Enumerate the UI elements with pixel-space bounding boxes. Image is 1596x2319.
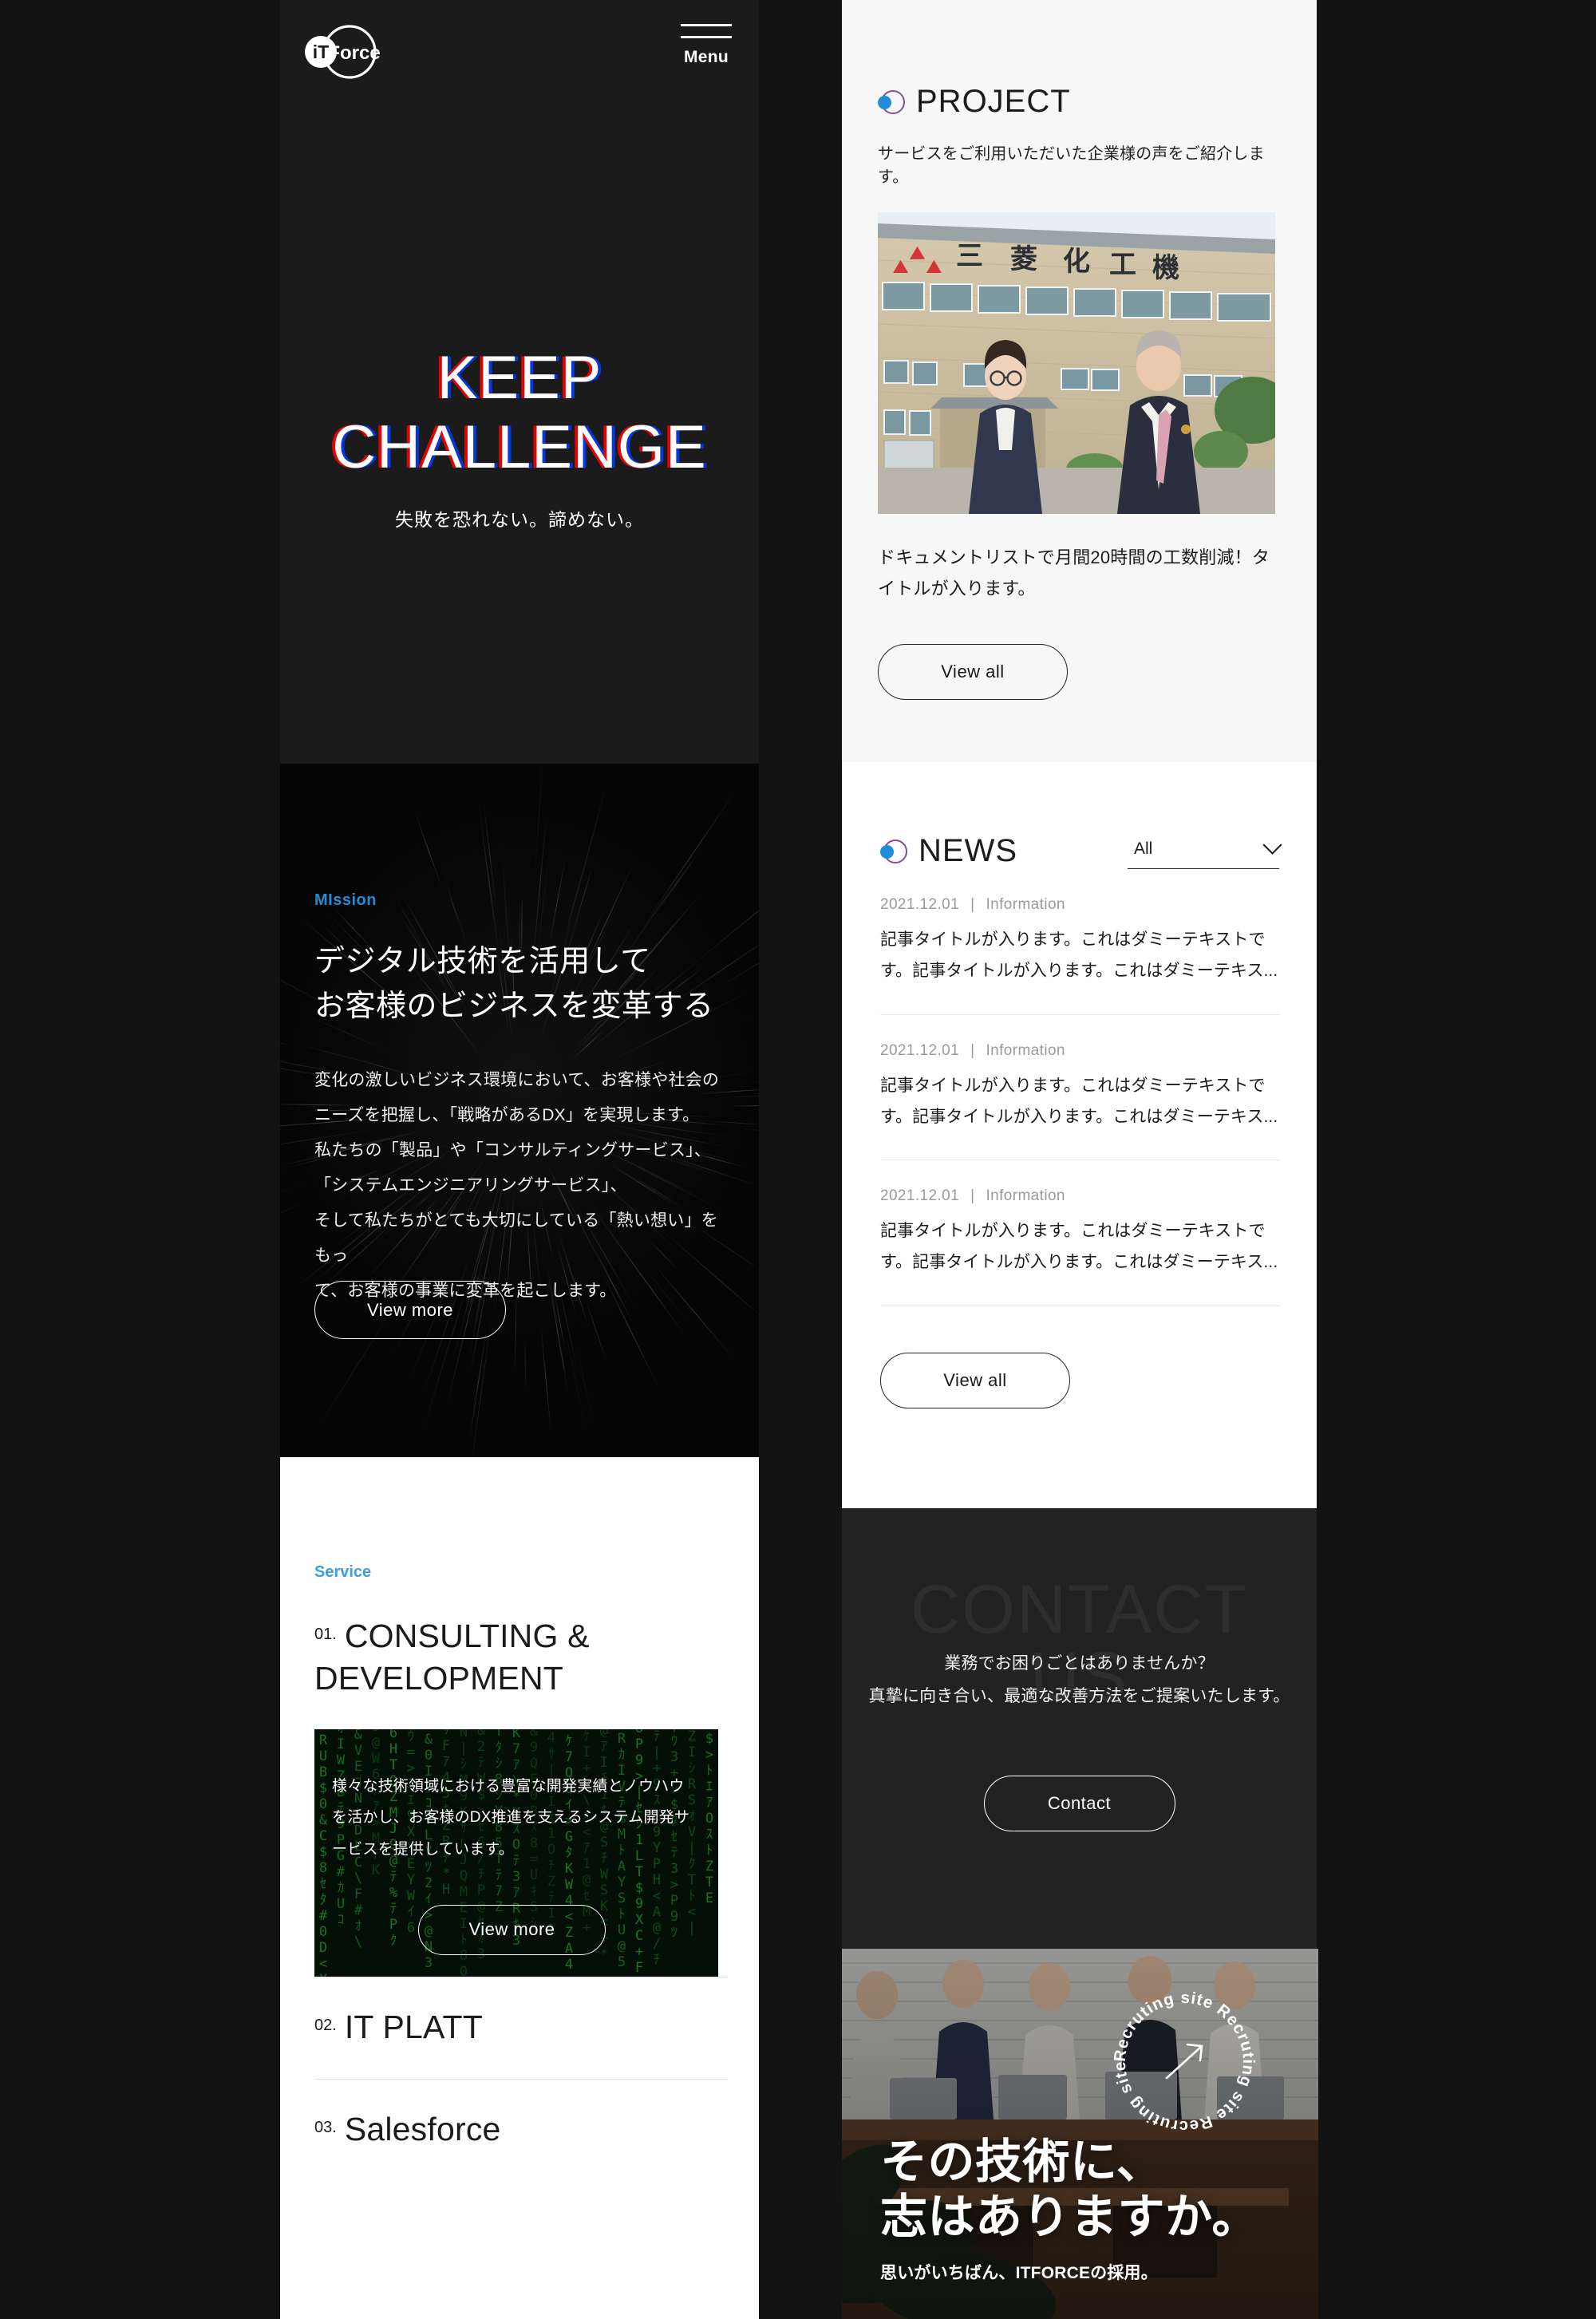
news-item-title: 記事タイトルが入ります。これはダミーテキストです。記事タイトルが入ります。これは… <box>880 1216 1279 1278</box>
news-heading: NEWS <box>880 833 1017 869</box>
news-item-date: 2021.12.01 <box>880 1187 959 1204</box>
contact-button[interactable]: Contact <box>984 1776 1175 1831</box>
service-item-02-label: IT PLATT <box>345 2009 483 2045</box>
service-item-01-description: 様々な技術領域における豊富な開発実績とノウハウを活かし、お客様のDX推進を支える… <box>332 1771 699 1867</box>
menu-button[interactable]: Menu <box>678 24 735 67</box>
svg-text:工: 工 <box>1109 249 1136 281</box>
news-title: NEWS <box>918 833 1017 869</box>
service-eyebrow: Service <box>314 1563 728 1582</box>
hero-section: iT Force Menu KEEP CHALLENGE 失敗を恐れない。諦めな… <box>280 0 759 764</box>
project-section: PROJECT サービスをご利用いただいた企業様の声をご紹介します。 三 菱 化… <box>842 0 1317 762</box>
svg-text:iT: iT <box>313 41 329 62</box>
project-heading: PROJECT <box>878 84 1277 120</box>
hamburger-icon <box>678 24 735 38</box>
service-item-03[interactable]: 03. Salesforce <box>314 2079 728 2181</box>
news-item-date: 2021.12.01 <box>880 896 959 913</box>
news-section: NEWS All 2021.12.01 | Information 記事タイトルが入り… <box>842 762 1317 1516</box>
service-section: Service 01.CONSULTING &DEVELOPMENT M R U… <box>280 1457 759 2319</box>
project-lead: サービスをご利用いただいた企業様の声をご紹介します。 <box>878 140 1277 187</box>
news-item-meta: 2021.12.01 | Information <box>880 1187 1279 1205</box>
contact-line-2: 真摯に向き合い、最適な改善方法をご提案いたします。 <box>842 1681 1317 1713</box>
news-item[interactable]: 2021.12.01 | Information 記事タイトルが入ります。これはダミー… <box>880 869 1279 1015</box>
project-content: PROJECT サービスをご利用いただいた企業様の声をご紹介します。 三 菱 化… <box>878 84 1277 700</box>
service-item-01-label: CONSULTING & DEVELOPMENT <box>314 1618 590 1697</box>
arrow-up-right-icon <box>1167 2044 1202 2078</box>
contact-section: CONTACT US 業務でお困りごとはありませんか？ 真摯に向き合い、最適な改善… <box>842 1508 1317 1950</box>
recruit-copy: その技術に、 志はありますか。 思いがいちばん、ITFORCEの採用。 <box>880 2135 1259 2284</box>
news-item-category: Information <box>986 896 1065 913</box>
project-view-all-button[interactable]: View all <box>878 644 1068 700</box>
service-item-01-card: M R U B $ 0 & C $ 8 ｾ ﾀ # 0 D < X 5 ｳ S … <box>314 1729 718 1977</box>
news-list: 2021.12.01 | Information 記事タイトルが入ります。これはダミー… <box>880 869 1279 1306</box>
service-item-02-number: 02. <box>314 2017 337 2034</box>
project-caption[interactable]: ドキュメントリストで月間20時間の工数削減！タイトルが入ります。 <box>878 543 1277 604</box>
recruit-section[interactable]: Recruting site Recruting site Recruting … <box>842 1949 1318 2319</box>
right-column: PROJECT サービスをご利用いただいた企業様の声をご紹介します。 三 菱 化… <box>842 0 1317 1516</box>
service-item-01-title[interactable]: 01. CONSULTING & DEVELOPMENT <box>314 1615 728 1701</box>
news-item-title: 記事タイトルが入ります。これはダミーテキストです。記事タイトルが入ります。これは… <box>880 925 1279 987</box>
news-item-separator: | <box>970 896 974 913</box>
brand-logo[interactable]: iT Force <box>295 20 391 84</box>
news-item-date: 2021.12.01 <box>880 1042 959 1059</box>
contact-line-1: 業務でお困りごとはありませんか？ <box>842 1648 1317 1681</box>
hero-headline: KEEP CHALLENGE <box>280 343 759 482</box>
mission-section: MIssion デジタル技術を活用して お客様のビジネスを変革する 変化の激しいビ… <box>280 764 759 1457</box>
news-item-separator: | <box>970 1042 974 1059</box>
news-item[interactable]: 2021.12.01 | Information 記事タイトルが入ります。これはダミー… <box>880 1160 1279 1306</box>
circle-dot-icon <box>878 89 905 116</box>
recruit-headline: その技術に、 志はありますか。 <box>880 2135 1259 2244</box>
mission-content: MIssion デジタル技術を活用して お客様のビジネスを変革する 変化の激しいビ… <box>314 891 729 1309</box>
mission-body: 変化の激しいビジネス環境において、お客様や社会の ニーズを把握し、「戦略があるDX… <box>314 1063 729 1310</box>
recruiting-site-badge[interactable]: Recruting site Recruting site Recruting … <box>1104 1982 1264 2142</box>
news-item-category: Information <box>986 1187 1065 1204</box>
service-item-01-view-more-button[interactable]: View more <box>418 1905 606 1955</box>
left-column: iT Force Menu KEEP CHALLENGE 失敗を恐れない。諦めな… <box>280 0 759 2319</box>
project-title: PROJECT <box>916 84 1071 120</box>
service-item-02[interactable]: 02. IT PLATT <box>314 1977 728 2079</box>
recruit-subline: 思いがいちばん、ITFORCEの採用。 <box>880 2260 1259 2284</box>
news-item-title: 記事タイトルが入ります。これはダミーテキストです。記事タイトルが入ります。これは… <box>880 1071 1279 1133</box>
service-content: Service 01.CONSULTING &DEVELOPMENT M R U… <box>314 1563 728 2181</box>
news-item[interactable]: 2021.12.01 | Information 記事タイトルが入ります。これはダミー… <box>880 1015 1279 1161</box>
chevron-down-icon <box>1262 835 1282 854</box>
circle-dot-icon <box>880 838 907 865</box>
service-item-01-number: 01. <box>314 1626 337 1643</box>
news-item-meta: 2021.12.01 | Information <box>880 896 1279 914</box>
project-photo[interactable]: 三菱化 工機 <box>878 212 1275 514</box>
service-item-03-number: 03. <box>314 2119 337 2136</box>
news-category-value: All <box>1134 840 1152 859</box>
mission-view-more-button[interactable]: View more <box>314 1281 506 1339</box>
service-item-03-label: Salesforce <box>345 2111 501 2147</box>
contact-content: 業務でお困りごとはありませんか？ 真摯に向き合い、最適な改善方法をご提案いたしま… <box>842 1648 1317 1831</box>
menu-label: Menu <box>678 48 735 67</box>
page-root: iT Force Menu KEEP CHALLENGE 失敗を恐れない。諦めな… <box>0 0 1596 2319</box>
site-header: iT Force Menu <box>280 0 759 104</box>
hero-copy: KEEP CHALLENGE 失敗を恐れない。諦めない。 <box>280 343 759 531</box>
news-category-select[interactable]: All <box>1128 840 1279 869</box>
news-item-category: Information <box>986 1042 1065 1059</box>
mission-eyebrow: MIssion <box>314 891 729 910</box>
news-item-separator: | <box>970 1187 974 1204</box>
hero-subline: 失敗を恐れない。諦めない。 <box>280 504 759 531</box>
svg-text:三: 三 <box>956 240 983 272</box>
mission-heading: デジタル技術を活用して お客様のビジネスを変革する <box>314 940 729 1029</box>
news-view-all-button[interactable]: View all <box>880 1353 1070 1408</box>
svg-text:化: 化 <box>1063 246 1090 278</box>
svg-text:菱: 菱 <box>1010 243 1037 275</box>
news-item-meta: 2021.12.01 | Information <box>880 1042 1279 1060</box>
news-content: NEWS All 2021.12.01 | Information 記事タイトルが入り… <box>880 763 1279 1408</box>
svg-text:Force: Force <box>328 42 380 64</box>
